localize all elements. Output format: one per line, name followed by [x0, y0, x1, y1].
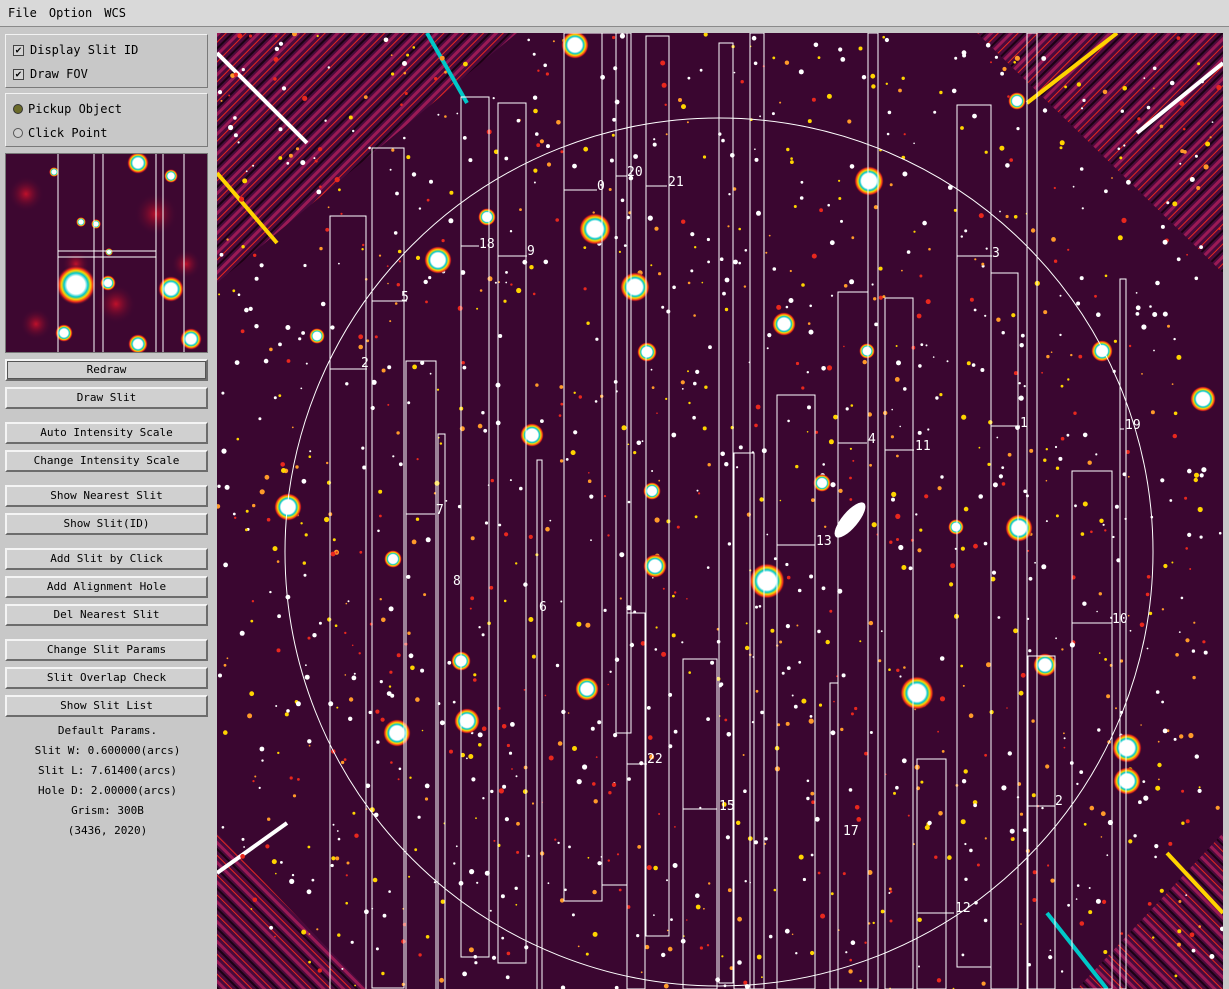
zoom-thumbnail [5, 153, 208, 353]
slit-label-17: 17 [843, 824, 859, 839]
hole-diameter-value: Hole D: 2.00000(arcs) [37, 784, 178, 797]
slit-label-3: 3 [992, 246, 1000, 261]
slit-label-6: 6 [539, 600, 547, 615]
display-slit-id-label: Display Slit ID [30, 43, 139, 57]
slit-label-9: 9 [527, 244, 535, 259]
pickup-object-radio[interactable]: Pickup Object [13, 100, 122, 118]
draw-fov-checkbox[interactable]: ✔ Draw FOV [13, 65, 88, 83]
sky-image-canvas[interactable]: 1 2 3 4 5 6 7 8 9 10 11 12 13 15 17 19 2… [217, 33, 1223, 989]
pickup-object-label: Pickup Object [28, 102, 122, 116]
auto-intensity-scale-button[interactable]: Auto Intensity Scale [5, 422, 208, 444]
show-slit-list-button[interactable]: Show Slit List [5, 695, 208, 717]
sky-image[interactable]: 1 2 3 4 5 6 7 8 9 10 11 12 13 15 17 19 2… [217, 33, 1223, 989]
change-slit-params-button[interactable]: Change Slit Params [5, 639, 208, 661]
checkmark-icon: ✔ [13, 44, 24, 56]
show-slit-id-button[interactable]: Show Slit(ID) [5, 513, 208, 535]
slit-label-20: 20 [627, 165, 643, 180]
slit-label-15: 15 [719, 799, 735, 814]
slit-label-18: 18 [479, 237, 495, 252]
slit-label-12: 12 [955, 901, 971, 916]
grism-value: Grism: 300B [71, 804, 144, 817]
radio-unselected-icon [13, 128, 23, 138]
click-point-radio[interactable]: Click Point [13, 124, 107, 142]
del-nearest-slit-button[interactable]: Del Nearest Slit [5, 604, 208, 626]
slit-label-10: 10 [1112, 612, 1128, 627]
slit-label-8: 8 [453, 574, 461, 589]
click-mode-group: Pickup Object Click Point [5, 93, 208, 147]
show-nearest-slit-button[interactable]: Show Nearest Slit [5, 485, 208, 507]
slit-label-21: 21 [668, 175, 684, 190]
slit-label-1: 1 [1020, 416, 1028, 431]
slit-label-13: 13 [816, 534, 832, 549]
radio-selected-icon [13, 104, 23, 114]
cursor-coordinate-readout: (3436, 2020) [67, 824, 148, 837]
checkmark-icon: ✔ [13, 68, 24, 80]
zoom-thumbnail-image [6, 154, 207, 352]
click-point-label: Click Point [28, 126, 108, 140]
menu-file[interactable]: File [8, 6, 37, 20]
add-slit-by-click-button[interactable]: Add Slit by Click [5, 548, 208, 570]
draw-fov-label: Draw FOV [30, 67, 88, 81]
slit-label-4: 4 [868, 432, 876, 447]
slit-label-7: 7 [436, 503, 444, 518]
slit-label-11: 11 [915, 439, 931, 454]
draw-slit-button[interactable]: Draw Slit [5, 387, 208, 409]
menu-option[interactable]: Option [49, 6, 92, 20]
slit-label-2: 2 [1055, 794, 1063, 809]
display-options-group: ✔ Display Slit ID ✔ Draw FOV [5, 34, 208, 88]
slit-label-0: 0 [597, 179, 605, 194]
redraw-button[interactable]: Redraw [5, 359, 208, 381]
slit-width-value: Slit W: 0.600000(arcs) [34, 744, 181, 757]
change-intensity-scale-button[interactable]: Change Intensity Scale [5, 450, 208, 472]
menu-bar: File Option WCS [0, 0, 1229, 27]
control-panel: ✔ Display Slit ID ✔ Draw FOV Pickup Obje… [0, 28, 215, 989]
slit-overlap-check-button[interactable]: Slit Overlap Check [5, 667, 208, 689]
display-slit-id-checkbox[interactable]: ✔ Display Slit ID [13, 41, 138, 59]
slit-label-2-left: 2 [361, 356, 369, 371]
menu-wcs[interactable]: WCS [104, 6, 126, 20]
slit-label-22: 22 [647, 752, 663, 767]
slit-length-value: Slit L: 7.61400(arcs) [37, 764, 178, 777]
default-params-heading: Default Params. [57, 724, 158, 737]
slit-label-19: 19 [1125, 418, 1141, 433]
slit-label-5: 5 [401, 290, 409, 305]
add-alignment-hole-button[interactable]: Add Alignment Hole [5, 576, 208, 598]
